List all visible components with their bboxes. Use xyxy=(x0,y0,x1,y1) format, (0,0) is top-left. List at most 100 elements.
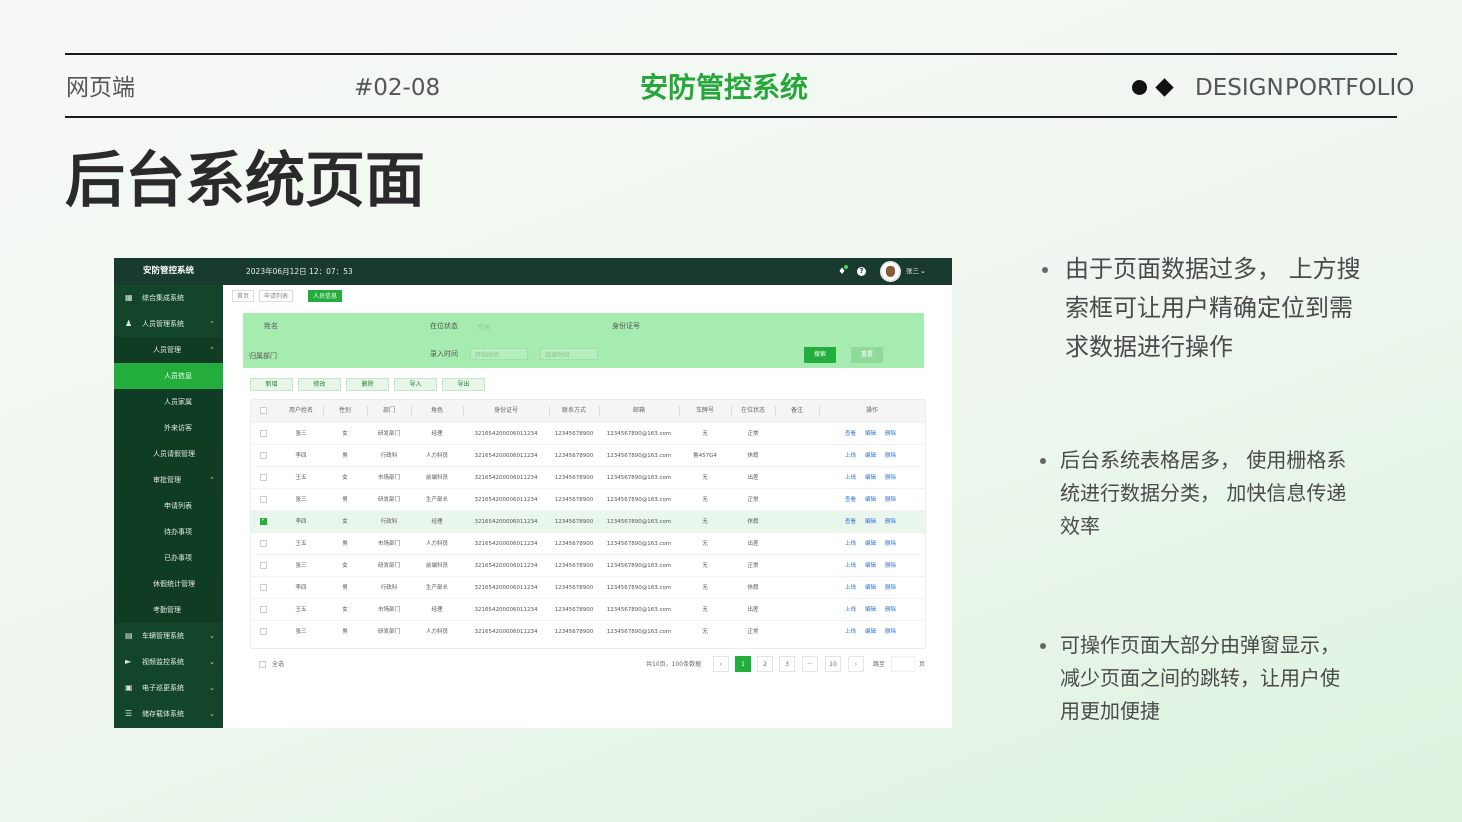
pagination-page[interactable]: 1 xyxy=(735,656,751,672)
import-button[interactable]: 导入 xyxy=(394,378,437,391)
row-action-view[interactable]: 上线 xyxy=(845,621,856,643)
row-checkbox[interactable] xyxy=(260,452,267,459)
end-date-input[interactable]: 结束时间 xyxy=(540,348,598,360)
table-row[interactable]: 王五 女 市场部门 经理 321654200006011234 12345678900 12… xyxy=(251,598,925,620)
row-action-edit[interactable]: 编辑 xyxy=(865,555,876,577)
row-action-delete[interactable]: 删除 xyxy=(885,467,896,489)
goto-page-input[interactable] xyxy=(891,656,915,672)
table-row[interactable]: 王五 男 市场部门 人力科员 321654200006011234 12345678900… xyxy=(251,532,925,554)
table-row[interactable]: 张三 男 研发部门 生产部长 321654200006011234 12345678900… xyxy=(251,488,925,510)
pagination-ellipsis[interactable]: ··· xyxy=(802,656,818,672)
reset-button[interactable]: 重置 xyxy=(851,347,883,363)
table-row[interactable]: 张三 女 研发部门 经理 321654200006011234 12345678900 12… xyxy=(251,422,925,444)
add-button[interactable]: 新增 xyxy=(250,378,293,391)
sidebar-item-applications[interactable]: 申请列表 xyxy=(114,493,223,519)
table-cell-email: 1234567890@163.com xyxy=(606,497,672,503)
column-header: 部门 xyxy=(367,400,411,422)
sidebar-item-visitors[interactable]: 外来访客 xyxy=(114,415,223,441)
table-row[interactable]: 李四 男 行政科 人力科员 321654200006011234 12345678900 1… xyxy=(251,444,925,466)
row-checkbox[interactable] xyxy=(260,516,267,525)
table-cell-dept: 行政科 xyxy=(380,453,398,459)
help-icon[interactable]: ? xyxy=(857,267,866,276)
avatar[interactable] xyxy=(880,261,901,282)
breadcrumb-tab[interactable]: 申请列表 xyxy=(259,290,294,302)
select-all-footer-checkbox[interactable] xyxy=(259,661,266,668)
row-action-view[interactable]: 上线 xyxy=(845,467,856,489)
row-checkbox[interactable] xyxy=(260,584,267,591)
row-action-edit[interactable]: 编辑 xyxy=(865,577,876,599)
sidebar-item-todo[interactable]: 待办事项 xyxy=(114,519,223,545)
breadcrumb-tab[interactable]: 首页 xyxy=(232,290,255,302)
sidebar-item-leave[interactable]: 人员请假管理 xyxy=(114,441,223,467)
row-action-delete[interactable]: 删除 xyxy=(885,445,896,467)
sidebar-item-approval[interactable]: 审批管理 ⌃ xyxy=(114,467,223,493)
note-line: 索框可让用户精确定位到需 xyxy=(1065,294,1353,322)
pagination-page[interactable]: 10 xyxy=(825,656,841,672)
row-checkbox[interactable] xyxy=(260,474,267,481)
sidebar-item-patrol[interactable]: ▣ 电子巡更系统 ⌄ xyxy=(114,675,223,701)
export-button[interactable]: 导出 xyxy=(442,378,485,391)
pagination-page[interactable]: 2 xyxy=(757,656,773,672)
sidebar-item-integration[interactable]: ▦ 综合集成系统 xyxy=(114,285,223,311)
table-row[interactable]: 张三 男 研发部门 人力科员 321654200006011234 12345678900… xyxy=(251,620,925,642)
row-checkbox[interactable] xyxy=(260,628,267,635)
row-action-delete[interactable]: 删除 xyxy=(885,533,896,555)
pagination-prev[interactable]: ‹ xyxy=(713,656,729,672)
row-action-view[interactable]: 查看 xyxy=(845,489,856,511)
row-action-edit[interactable]: 编辑 xyxy=(865,511,876,533)
pagination-next[interactable]: › xyxy=(848,656,864,672)
row-action-delete[interactable]: 删除 xyxy=(885,599,896,621)
row-action-edit[interactable]: 编辑 xyxy=(865,467,876,489)
sidebar-item-vehicles[interactable]: ▤ 车辆管理系统 ⌄ xyxy=(114,623,223,649)
table-row[interactable]: 张三 女 研发部门 前端科员 321654200006011234 12345678900… xyxy=(251,554,925,576)
user-name[interactable]: 张三 xyxy=(906,258,919,285)
row-checkbox[interactable] xyxy=(260,562,267,569)
row-action-view[interactable]: 查看 xyxy=(845,511,856,533)
row-checkbox[interactable] xyxy=(260,430,267,437)
row-action-edit[interactable]: 编辑 xyxy=(865,445,876,467)
select-all-checkbox[interactable] xyxy=(260,407,267,414)
row-action-edit[interactable]: 编辑 xyxy=(865,621,876,643)
row-action-delete[interactable]: 删除 xyxy=(885,423,896,445)
start-date-input[interactable]: 开始时间 xyxy=(470,348,528,360)
table-row[interactable]: 李四 男 行政科 生产部长 321654200006011234 12345678900 1… xyxy=(251,576,925,598)
row-action-view[interactable]: 上线 xyxy=(845,445,856,467)
sidebar-item-personnel-system[interactable]: ♟ 人员管理系统 ⌃ xyxy=(114,311,223,337)
sidebar-item-done[interactable]: 已办事项 xyxy=(114,545,223,571)
pagination-page[interactable]: 3 xyxy=(779,656,795,672)
status-select[interactable]: 空闲 xyxy=(478,322,490,331)
sidebar-item-family[interactable]: 人员家属 xyxy=(114,389,223,415)
row-action-delete[interactable]: 删除 xyxy=(885,621,896,643)
table-cell-dept: 行政科 xyxy=(380,519,398,525)
row-action-edit[interactable]: 编辑 xyxy=(865,533,876,555)
row-action-delete[interactable]: 删除 xyxy=(885,555,896,577)
row-action-view[interactable]: 查看 xyxy=(845,423,856,445)
row-action-edit[interactable]: 编辑 xyxy=(865,489,876,511)
sidebar-item-personnel-manage[interactable]: 人员管理 ⌃ xyxy=(114,337,223,363)
row-checkbox[interactable] xyxy=(260,540,267,547)
row-action-edit[interactable]: 编辑 xyxy=(865,423,876,445)
sidebar-item-storage[interactable]: ☰ 储存载体系统 ⌄ xyxy=(114,701,223,727)
row-action-view[interactable]: 上线 xyxy=(845,577,856,599)
row-checkbox[interactable] xyxy=(260,496,267,503)
delete-button[interactable]: 删除 xyxy=(346,378,389,391)
row-action-view[interactable]: 上线 xyxy=(845,555,856,577)
row-action-edit[interactable]: 编辑 xyxy=(865,599,876,621)
sidebar-item-personnel-info[interactable]: 人员信息 xyxy=(114,363,223,389)
row-action-view[interactable]: 上线 xyxy=(845,533,856,555)
breadcrumb-tab-active[interactable]: 人员信息 xyxy=(308,290,343,302)
edit-button[interactable]: 修改 xyxy=(298,378,341,391)
row-action-delete[interactable]: 删除 xyxy=(885,577,896,599)
row-action-delete[interactable]: 删除 xyxy=(885,489,896,511)
row-checkbox[interactable] xyxy=(260,606,267,613)
chevron-down-icon: ⌄ xyxy=(209,710,215,718)
sidebar-item-video[interactable]: ► 视频监控系统 ⌄ xyxy=(114,649,223,675)
sidebar-item-vacation-stats[interactable]: 休假统计管理 xyxy=(114,571,223,597)
chevron-down-icon[interactable]: ⌄ xyxy=(920,258,926,285)
table-row[interactable]: 李四 女 行政科 经理 321654200006011234 12345678900 123… xyxy=(251,510,925,532)
row-action-delete[interactable]: 删除 xyxy=(885,511,896,533)
sidebar-item-attendance[interactable]: 考勤管理 xyxy=(114,597,223,623)
search-button[interactable]: 搜索 xyxy=(804,347,836,363)
row-action-view[interactable]: 上线 xyxy=(845,599,856,621)
table-row[interactable]: 王五 女 市场部门 前端科员 321654200006011234 12345678900… xyxy=(251,466,925,488)
